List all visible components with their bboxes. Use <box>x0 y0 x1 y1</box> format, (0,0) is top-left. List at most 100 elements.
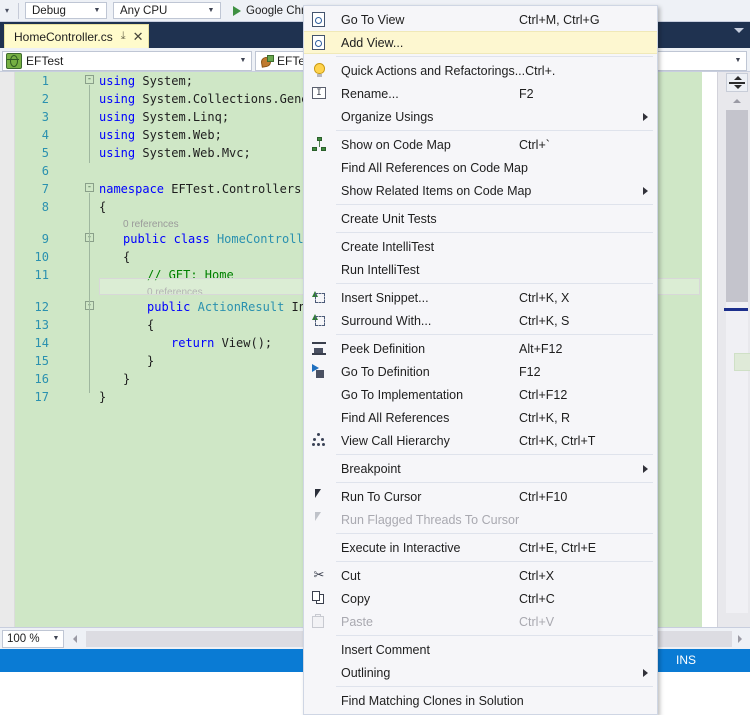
menu-item-rename[interactable]: I Rename... F2 <box>304 82 657 105</box>
menu-item-view-call-hierarchy[interactable]: View Call Hierarchy Ctrl+K, Ctrl+T <box>304 429 657 452</box>
submenu-arrow-icon <box>643 187 648 195</box>
menu-item-find-all-references-on-code-map[interactable]: Find All References on Code Map <box>304 156 657 179</box>
chevron-left-icon <box>73 634 77 643</box>
type-navigation-combo[interactable]: EFTest ▼ <box>2 50 252 71</box>
menu-item-shortcut: Ctrl+V <box>519 614 555 629</box>
namespace-globe-icon <box>6 52 22 69</box>
line-number: 7 <box>41 182 49 196</box>
chevron-down-icon[interactable] <box>734 28 744 33</box>
menu-item-label: Create Unit Tests <box>341 211 437 226</box>
menu-item-find-matching-clones-in-solution[interactable]: Find Matching Clones in Solution <box>304 689 657 712</box>
line-number: 1 <box>41 74 49 88</box>
menu-item-label: Outlining <box>341 665 391 680</box>
menu-item-icon-cell: I <box>304 82 336 105</box>
split-bar-icon <box>729 82 745 84</box>
editor-breakpoint-margin[interactable] <box>0 72 15 627</box>
platform-target-value: Any CPU <box>120 4 168 17</box>
menu-item-icon-cell <box>304 258 336 281</box>
build-configuration-combo[interactable]: Debug ▼ <box>25 2 107 19</box>
menu-item-cut[interactable]: ✂ Cut Ctrl+X <box>304 564 657 587</box>
submenu-arrow-icon <box>643 669 648 677</box>
scroll-up-button[interactable] <box>726 94 748 108</box>
copy-icon <box>312 591 326 605</box>
toolbar-overflow-icon[interactable]: ▾ <box>0 0 14 22</box>
menu-item-icon-cell <box>304 309 336 332</box>
chevron-down-icon: ▼ <box>93 7 101 14</box>
menu-item-insert-comment[interactable]: Insert Comment <box>304 638 657 661</box>
call-hierarchy-icon <box>312 433 326 447</box>
menu-separator <box>336 204 653 205</box>
menu-item-insert-snippet[interactable]: Insert Snippet... Ctrl+K, X <box>304 286 657 309</box>
menu-separator <box>336 561 653 562</box>
menu-item-run-intellitest[interactable]: Run IntelliTest <box>304 258 657 281</box>
close-tab-icon[interactable]: ✕ <box>133 29 144 45</box>
code-text: } <box>123 372 131 386</box>
menu-item-create-intellitest[interactable]: Create IntelliTest <box>304 235 657 258</box>
tab-home-controller-cs[interactable]: HomeController.cs ⤓ ✕ <box>4 24 150 48</box>
code-text: public ActionResult In <box>147 300 306 314</box>
menu-item-breakpoint[interactable]: Breakpoint <box>304 457 657 480</box>
menu-item-run-flagged-threads-to-cursor: Run Flagged Threads To Cursor <box>304 508 657 531</box>
code-text: public class HomeControlle <box>123 232 311 246</box>
vertical-scroll-track[interactable] <box>724 110 750 613</box>
menu-item-shortcut: F12 <box>519 364 541 379</box>
fold-toggle-icon[interactable]: - <box>85 75 94 84</box>
menu-item-icon-cell <box>304 286 336 309</box>
menu-item-go-to-view[interactable]: Go To View Ctrl+M, Ctrl+G <box>304 8 657 31</box>
zoom-level-combo[interactable]: 100 % ▼ <box>2 629 64 648</box>
menu-item-label: Cut <box>341 568 361 583</box>
menu-item-go-to-implementation[interactable]: Go To Implementation Ctrl+F12 <box>304 383 657 406</box>
code-text: namespace EFTest.Controllers <box>99 182 302 196</box>
menu-item-icon-cell <box>304 59 336 82</box>
scrollbar-caret-marker <box>724 308 748 311</box>
menu-item-show-on-code-map[interactable]: Show on Code Map Ctrl+` <box>304 133 657 156</box>
view-page-icon <box>312 12 325 27</box>
scroll-left-button[interactable] <box>68 631 84 647</box>
menu-item-execute-in-interactive[interactable]: Execute in Interactive Ctrl+E, Ctrl+E <box>304 536 657 559</box>
menu-item-label: Insert Snippet... <box>341 290 429 305</box>
line-number: 5 <box>41 146 49 160</box>
menu-item-outlining[interactable]: Outlining <box>304 661 657 684</box>
menu-item-copy[interactable]: Copy Ctrl+C <box>304 587 657 610</box>
menu-item-shortcut: Ctrl+X <box>519 568 555 583</box>
line-number: 17 <box>34 390 49 404</box>
menu-item-peek-definition[interactable]: Peek Definition Alt+F12 <box>304 337 657 360</box>
menu-separator <box>336 454 653 455</box>
line-number: 2 <box>41 92 49 106</box>
menu-item-shortcut: Ctrl+` <box>519 137 550 152</box>
menu-item-add-view[interactable]: Add View... <box>304 31 657 54</box>
menu-item-label: Show on Code Map <box>341 137 451 152</box>
menu-item-organize-usings[interactable]: Organize Usings <box>304 105 657 128</box>
menu-item-icon-cell: ✂ <box>304 564 336 587</box>
menu-item-icon-cell <box>304 406 336 429</box>
cursor-arrow-icon <box>315 489 324 498</box>
menu-item-surround-with[interactable]: Surround With... Ctrl+K, S <box>304 309 657 332</box>
menu-item-icon-cell <box>304 485 336 508</box>
menu-item-show-related-items-on-code-map[interactable]: Show Related Items on Code Map <box>304 179 657 202</box>
pin-tab-icon[interactable]: ⤓ <box>121 30 126 43</box>
vertical-scrollbar[interactable] <box>717 72 750 627</box>
vertical-scroll-thumb[interactable] <box>726 110 748 302</box>
menu-item-quick-actions-and-refactorings[interactable]: Quick Actions and Refactorings... Ctrl+. <box>304 59 657 82</box>
menu-item-run-to-cursor[interactable]: Run To Cursor Ctrl+F10 <box>304 485 657 508</box>
type-navigation-value: EFTest <box>26 53 64 68</box>
menu-separator <box>336 56 653 57</box>
play-triangle-icon <box>233 5 241 16</box>
build-configuration-value: Debug <box>32 4 66 17</box>
menu-item-label: Run To Cursor <box>341 489 422 504</box>
menu-item-find-all-references[interactable]: Find All References Ctrl+K, R <box>304 406 657 429</box>
split-editor-button[interactable] <box>726 73 748 92</box>
menu-item-go-to-definition[interactable]: Go To Definition F12 <box>304 360 657 383</box>
menu-item-label: Run Flagged Threads To Cursor <box>341 512 520 527</box>
fold-toggle-icon[interactable]: - <box>85 183 94 192</box>
menu-item-label: Add View... <box>341 35 404 50</box>
menu-item-icon-cell <box>304 235 336 258</box>
menu-item-icon-cell <box>304 360 336 383</box>
menu-item-icon-cell <box>304 689 336 712</box>
menu-item-create-unit-tests[interactable]: Create Unit Tests <box>304 207 657 230</box>
scroll-right-button[interactable] <box>732 631 750 647</box>
editor-context-menu[interactable]: Go To View Ctrl+M, Ctrl+G Add View... Quick… <box>303 5 658 715</box>
line-number: 3 <box>41 110 49 124</box>
add-view-page-icon <box>312 35 325 50</box>
platform-target-combo[interactable]: Any CPU ▼ <box>113 2 221 19</box>
